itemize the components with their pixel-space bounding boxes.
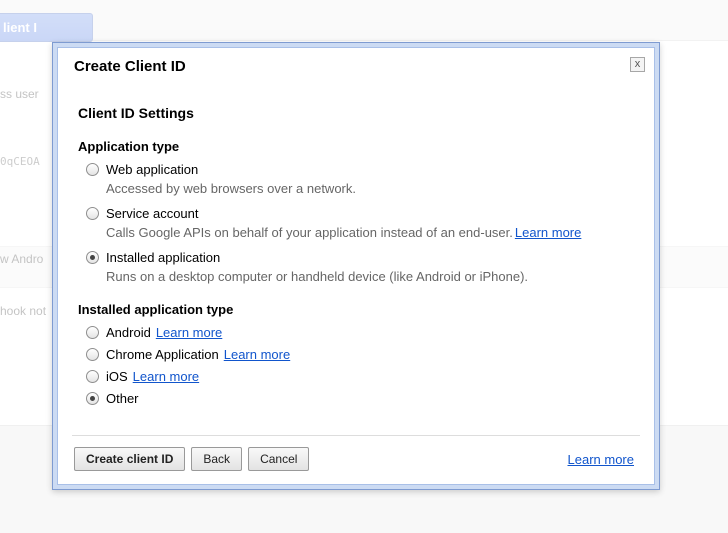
- footer-learn-more-link[interactable]: Learn more: [568, 452, 634, 467]
- radio-option-chrome-application[interactable]: Chrome Application Learn more: [86, 347, 634, 362]
- client-id-settings-heading: Client ID Settings: [78, 105, 634, 121]
- dialog-inner: Create Client ID x Client ID Settings Ap…: [57, 47, 655, 485]
- web-application-description: Accessed by web browsers over a network.: [106, 181, 634, 196]
- radio-label: Other: [106, 391, 139, 406]
- radio-label: Service account: [106, 206, 199, 221]
- close-icon[interactable]: x: [630, 57, 645, 72]
- radio-option-installed-application[interactable]: Installed application: [86, 250, 634, 265]
- radio-icon[interactable]: [86, 163, 99, 176]
- learn-more-link[interactable]: Learn more: [224, 347, 290, 362]
- radio-label: Web application: [106, 162, 198, 177]
- create-client-id-dialog: Create Client ID x Client ID Settings Ap…: [52, 42, 660, 490]
- radio-icon[interactable]: [86, 207, 99, 220]
- radio-option-ios[interactable]: iOS Learn more: [86, 369, 634, 384]
- installed-type-group: Android Learn more Chrome Application Le…: [86, 325, 634, 406]
- back-button[interactable]: Back: [191, 447, 242, 471]
- radio-label: Installed application: [106, 250, 220, 265]
- application-type-group: Web application Accessed by web browsers…: [86, 162, 634, 284]
- installed-application-type-heading: Installed application type: [78, 302, 634, 317]
- service-account-description: Calls Google APIs on behalf of your appl…: [106, 225, 634, 240]
- radio-option-service-account[interactable]: Service account: [86, 206, 634, 221]
- create-client-id-button[interactable]: Create client ID: [74, 447, 185, 471]
- application-type-heading: Application type: [78, 139, 634, 154]
- radio-label: iOS: [106, 369, 128, 384]
- description-text: Accessed by web browsers over a network.: [106, 181, 356, 196]
- radio-label: Android: [106, 325, 151, 340]
- radio-icon[interactable]: [86, 251, 99, 264]
- learn-more-link[interactable]: Learn more: [156, 325, 222, 340]
- radio-label: Chrome Application: [106, 347, 219, 362]
- learn-more-link[interactable]: Learn more: [515, 225, 581, 240]
- dialog-body: Client ID Settings Application type Web …: [58, 75, 654, 435]
- installed-application-description: Runs on a desktop computer or handheld d…: [106, 269, 634, 284]
- dialog-title: Create Client ID: [58, 48, 654, 75]
- radio-icon[interactable]: [86, 348, 99, 361]
- learn-more-link[interactable]: Learn more: [133, 369, 199, 384]
- description-text: Calls Google APIs on behalf of your appl…: [106, 225, 513, 240]
- cancel-button[interactable]: Cancel: [248, 447, 309, 471]
- radio-icon[interactable]: [86, 326, 99, 339]
- radio-option-web-application[interactable]: Web application: [86, 162, 634, 177]
- description-text: Runs on a desktop computer or handheld d…: [106, 269, 528, 284]
- radio-option-android[interactable]: Android Learn more: [86, 325, 634, 340]
- radio-icon[interactable]: [86, 392, 99, 405]
- dialog-footer: Create client ID Back Cancel Learn more: [72, 435, 640, 484]
- radio-icon[interactable]: [86, 370, 99, 383]
- radio-option-other[interactable]: Other: [86, 391, 634, 406]
